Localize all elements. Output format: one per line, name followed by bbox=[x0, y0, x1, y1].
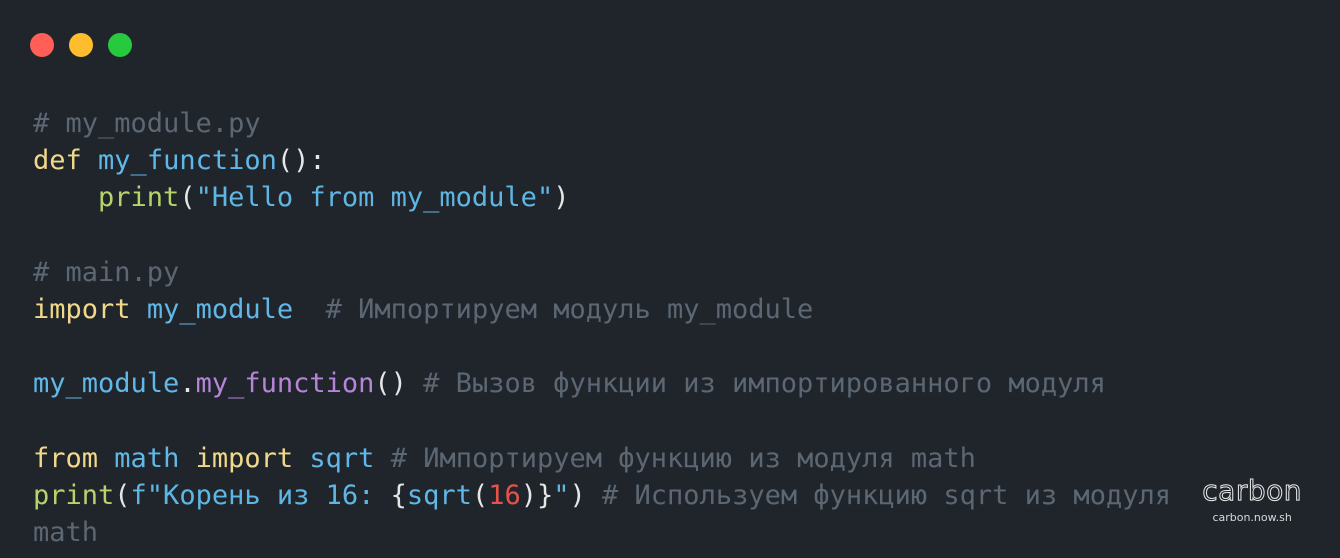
code-token-punctuation: ( bbox=[471, 479, 489, 511]
code-token-function: my_function bbox=[98, 145, 277, 177]
code-token-string: "Hello from my_module" bbox=[195, 182, 554, 214]
code-token-comment: # Импортируем модуль my_module bbox=[325, 293, 814, 325]
code-token-function: sqrt bbox=[309, 442, 375, 474]
code-token-string: " bbox=[553, 479, 570, 511]
code-token-comment: # main.py bbox=[33, 256, 180, 288]
code-token-comment: math bbox=[33, 517, 99, 549]
code-token-function: math bbox=[114, 442, 180, 474]
code-token-builtin: print bbox=[33, 479, 115, 511]
code-token-punctuation: ) bbox=[553, 182, 570, 214]
close-dot-icon[interactable] bbox=[30, 33, 54, 57]
maximize-dot-icon[interactable] bbox=[108, 33, 132, 57]
code-line: # main.py bbox=[33, 254, 1171, 291]
code-line: # my_module.py bbox=[33, 105, 1171, 142]
code-token-function: sqrt bbox=[406, 479, 472, 511]
code-token-punctuation: . bbox=[179, 368, 196, 400]
watermark-title: carbon bbox=[1202, 474, 1302, 507]
carbon-watermark: carbon carbon.now.sh bbox=[1202, 474, 1302, 526]
code-token-punctuation: (): bbox=[276, 145, 326, 177]
code-token-punctuation: )} bbox=[520, 479, 554, 511]
code-token-punctuation: { bbox=[390, 479, 407, 511]
code-block: # my_module.py def my_function(): print("… bbox=[33, 105, 1171, 551]
code-token-string: f"Корень из 16: bbox=[130, 479, 391, 511]
code-token-keyword: def bbox=[33, 145, 82, 177]
code-line: import my_module # Импортируем модуль my… bbox=[33, 291, 1171, 328]
code-window: # my_module.py def my_function(): print("… bbox=[0, 0, 1340, 558]
code-line: def my_function(): bbox=[33, 142, 1171, 179]
code-token-function: my_module bbox=[146, 293, 294, 325]
code-line: print("Hello from my_module") bbox=[33, 179, 1171, 216]
code-token-comment: # Используем функцию sqrt из модуля bbox=[602, 479, 1171, 511]
code-token-keyword: import bbox=[33, 293, 131, 325]
code-token-keyword: from bbox=[33, 442, 99, 474]
code-line: math bbox=[33, 514, 1171, 551]
code-token-punctuation: ( bbox=[179, 182, 196, 214]
minimize-dot-icon[interactable] bbox=[69, 33, 93, 57]
code-token-number: 16 bbox=[488, 479, 521, 511]
code-token-keyword: import bbox=[195, 442, 294, 474]
watermark-subtitle: carbon.now.sh bbox=[1212, 511, 1292, 524]
code-line: my_module.my_function() # Вызов функции … bbox=[33, 365, 1171, 402]
code-token-comment: # Импортируем функцию из модуля math bbox=[390, 442, 976, 474]
window-controls bbox=[30, 33, 132, 57]
code-token-punctuation: ) bbox=[569, 479, 586, 511]
code-token-punctuation: () bbox=[374, 368, 407, 400]
code-token-function: my_module bbox=[33, 368, 180, 400]
code-token-builtin: print bbox=[98, 182, 180, 214]
code-token-method: my_function bbox=[195, 368, 375, 400]
code-line: print(f"Корень из 16: {sqrt(16)}") # Исп… bbox=[33, 477, 1171, 514]
code-token-comment: # Вызов функции из импортированного моду… bbox=[423, 368, 1106, 400]
code-token-punctuation: ( bbox=[114, 479, 131, 511]
code-token-comment: # my_module.py bbox=[33, 108, 261, 139]
code-line: from math import sqrt # Импортируем функ… bbox=[33, 440, 1171, 477]
